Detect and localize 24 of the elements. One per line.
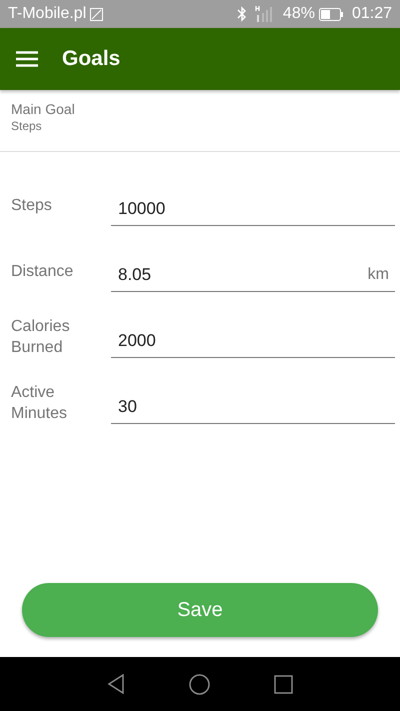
back-icon[interactable] bbox=[107, 674, 125, 694]
recents-icon[interactable] bbox=[274, 674, 293, 694]
unit-label: km bbox=[368, 258, 395, 292]
main-goal-label: Main Goal bbox=[11, 100, 76, 118]
carrier-name: T-Mobile.pl bbox=[8, 4, 86, 24]
goal-input-field[interactable]: 30 bbox=[111, 390, 395, 424]
field-label: Active Minutes bbox=[11, 383, 68, 424]
signal-icon bbox=[254, 5, 275, 23]
bluetooth-icon bbox=[236, 6, 247, 22]
field-label: Distance bbox=[11, 262, 74, 282]
menu-button[interactable] bbox=[16, 51, 38, 67]
goal-input-field[interactable]: 8.05 bbox=[111, 258, 368, 292]
field-label: Calories Burned bbox=[11, 317, 71, 358]
goal-input-field[interactable]: 2000 bbox=[111, 324, 395, 358]
clock-time: 01:27 bbox=[352, 4, 392, 24]
main-goal-item[interactable]: Main Goal Steps bbox=[0, 90, 400, 152]
home-icon[interactable] bbox=[189, 674, 210, 694]
main-goal-value: Steps bbox=[11, 118, 43, 135]
battery-percentage: 48% bbox=[282, 4, 315, 24]
field-label: Steps bbox=[11, 196, 53, 216]
image-icon bbox=[90, 8, 104, 20]
page-title: Goals bbox=[62, 46, 120, 72]
goal-input-field[interactable]: 10000 bbox=[111, 192, 395, 226]
battery-icon bbox=[318, 8, 344, 20]
